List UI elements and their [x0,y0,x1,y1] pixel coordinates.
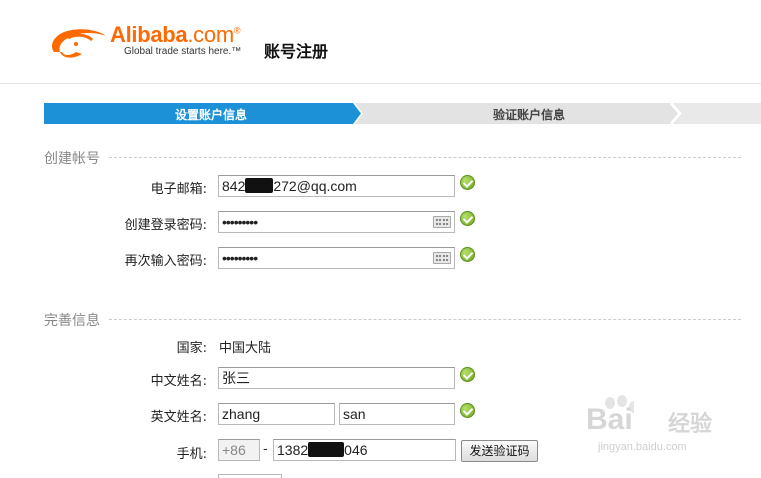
section-divider [44,157,741,158]
watermark-brand-cn: 经验 [668,411,713,436]
country-value: 中国大陆 [219,341,272,356]
check-circle-icon [460,247,475,262]
send-verification-code-button[interactable]: 发送验证码 [461,440,538,462]
chinese-name-field[interactable]: 张三 [218,367,455,389]
password-field[interactable]: ••••••••• [218,211,455,233]
next-field-partial[interactable] [218,474,282,478]
confirm-password-label: 再次输入密码: [124,254,207,269]
country-code-field: +86 [218,439,260,461]
check-circle-icon [460,367,475,382]
page-title: 账号注册 [264,42,329,61]
confirm-password-field[interactable]: ••••••••• [218,247,455,269]
section-title-complete-info: 完善信息 [44,310,108,330]
check-circle-icon [460,211,475,226]
email-field[interactable]: 842 272@qq.com [218,175,455,197]
keyboard-icon[interactable] [433,216,451,228]
watermark-url: jingyan.baidu.com [598,441,687,453]
step-arrows [44,103,761,124]
page-header: Alibaba.com® Global trade starts here.™ … [0,0,761,84]
password-label: 创建登录密码: [124,218,207,233]
mobile-number-field[interactable]: 1382 046 [273,439,456,461]
english-name-label: 英文姓名: [150,410,207,425]
keyboard-icon[interactable] [433,252,451,264]
phone-separator: - [263,442,268,457]
logo-slogan: Global trade starts here.™ [124,46,242,57]
mobile-label: 手机: [176,447,207,462]
section-title-create-account: 创建帐号 [44,148,108,168]
check-circle-icon [460,403,475,418]
check-circle-icon [460,175,475,190]
alibaba-logo-icon [52,29,106,58]
english-first-name-field[interactable]: zhang [218,403,335,425]
redacted-block [245,178,274,193]
step-verify-account: 验证账户信息 [492,108,565,122]
step-setup-account: 设置账户信息 [174,108,247,122]
section-divider [44,319,741,320]
progress-steps: 设置账户信息 验证账户信息 [44,103,761,124]
alibaba-logo-text: Alibaba.com® [110,22,241,47]
english-last-name-field[interactable]: san [339,403,455,425]
chinese-name-label: 中文姓名: [150,374,207,389]
redacted-block [308,442,345,457]
country-label: 国家: [176,341,207,356]
email-label: 电子邮箱: [150,182,207,197]
watermark-brand: Bai [586,403,633,436]
